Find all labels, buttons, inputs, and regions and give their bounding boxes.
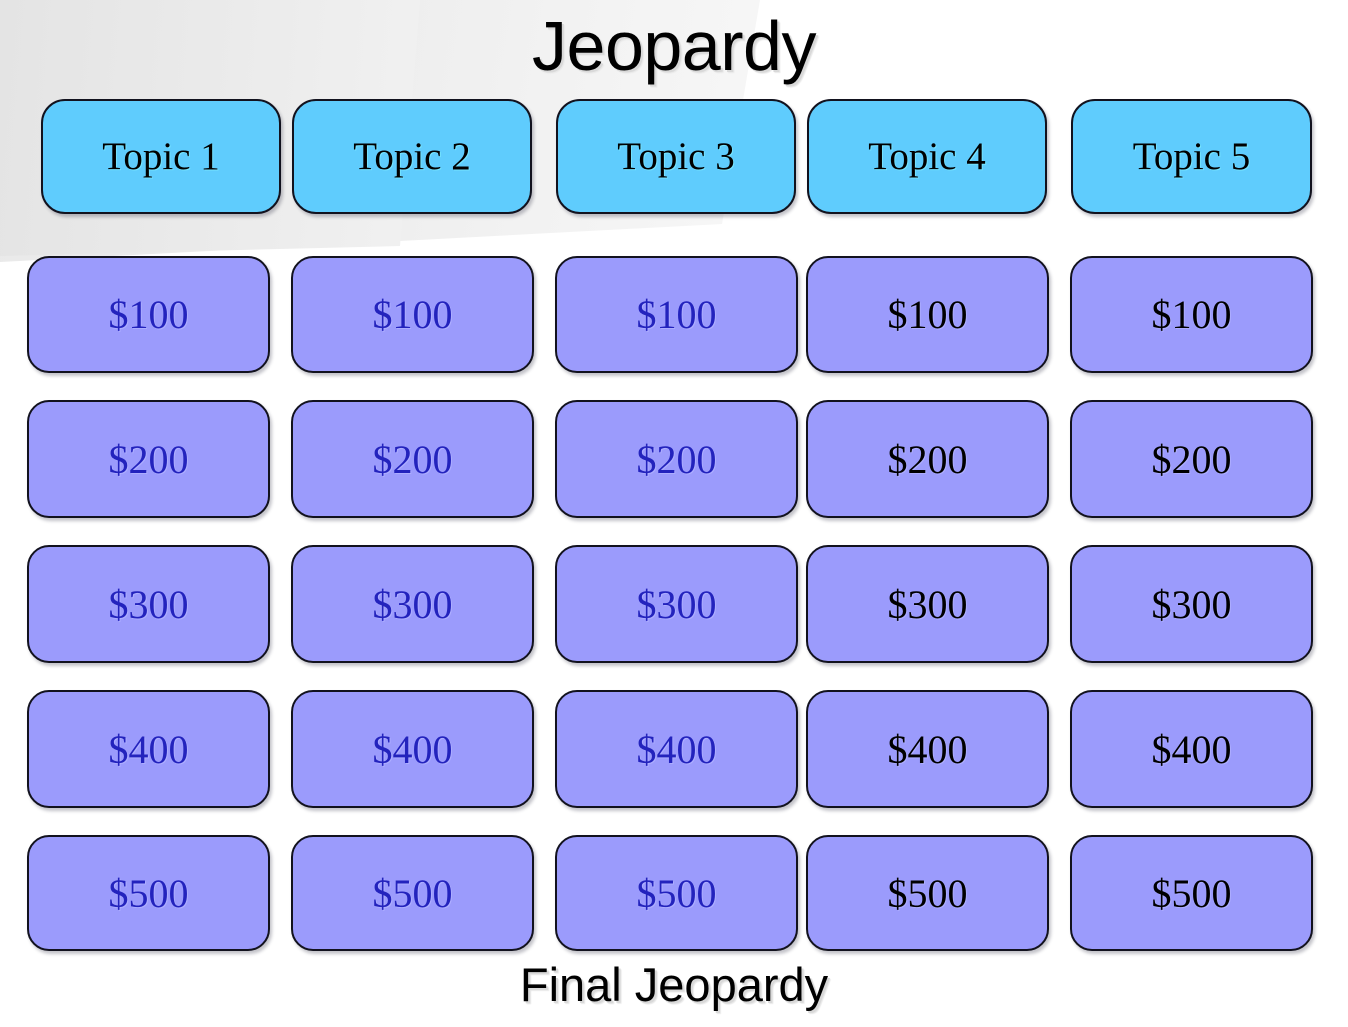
value-cell-topic5-row4[interactable]: $400 [1070, 690, 1313, 808]
topic-button-5[interactable]: Topic 5 [1071, 99, 1312, 214]
value-cell-topic1-row4[interactable]: $400 [27, 690, 270, 808]
value-cell-topic3-row1[interactable]: $100 [555, 256, 798, 373]
value-cell-topic4-row5[interactable]: $500 [806, 835, 1049, 951]
value-cell-topic1-row5[interactable]: $500 [27, 835, 270, 951]
value-cell-topic1-row1[interactable]: $100 [27, 256, 270, 373]
value-cell-topic5-row1[interactable]: $100 [1070, 256, 1313, 373]
topic-button-2[interactable]: Topic 2 [292, 99, 532, 214]
value-cell-topic2-row1[interactable]: $100 [291, 256, 534, 373]
topic-button-3[interactable]: Topic 3 [556, 99, 796, 214]
value-cell-topic4-row4[interactable]: $400 [806, 690, 1049, 808]
value-cell-topic3-row4[interactable]: $400 [555, 690, 798, 808]
page-title: Jeopardy [532, 7, 816, 85]
value-cell-topic1-row3[interactable]: $300 [27, 545, 270, 663]
value-cell-topic5-row3[interactable]: $300 [1070, 545, 1313, 663]
value-cell-topic4-row1[interactable]: $100 [806, 256, 1049, 373]
value-cell-topic4-row3[interactable]: $300 [806, 545, 1049, 663]
value-cell-topic2-row5[interactable]: $500 [291, 835, 534, 951]
value-cell-topic1-row2[interactable]: $200 [27, 400, 270, 518]
value-cell-topic4-row2[interactable]: $200 [806, 400, 1049, 518]
value-cell-topic3-row2[interactable]: $200 [555, 400, 798, 518]
value-cell-topic3-row3[interactable]: $300 [555, 545, 798, 663]
value-cell-topic3-row5[interactable]: $500 [555, 835, 798, 951]
value-cell-topic5-row5[interactable]: $500 [1070, 835, 1313, 951]
topic-button-4[interactable]: Topic 4 [807, 99, 1047, 214]
jeopardy-board: Jeopardy Topic 1 Topic 2 Topic 3 Topic 4 Top… [0, 0, 1348, 1027]
value-cell-topic2-row3[interactable]: $300 [291, 545, 534, 663]
topic-button-1[interactable]: Topic 1 [41, 99, 281, 214]
final-jeopardy-label[interactable]: Final Jeopardy [0, 955, 1348, 1015]
value-cell-topic2-row4[interactable]: $400 [291, 690, 534, 808]
value-cell-topic2-row2[interactable]: $200 [291, 400, 534, 518]
value-cell-topic5-row2[interactable]: $200 [1070, 400, 1313, 518]
